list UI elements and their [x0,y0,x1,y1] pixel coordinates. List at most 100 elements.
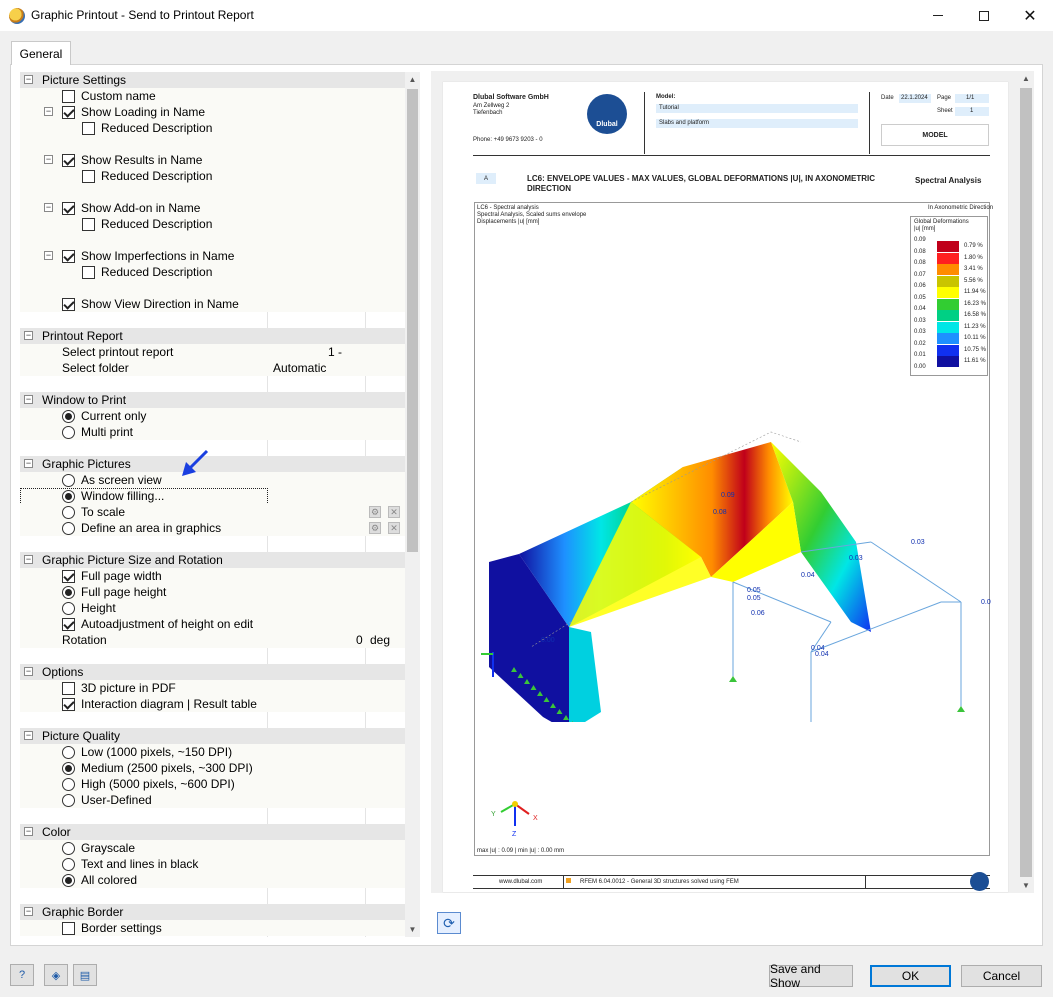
quality-high-radio[interactable] [62,778,75,791]
autoadjust-checkbox[interactable] [62,618,75,631]
preview-scrollbar[interactable]: ▲ ▼ [1018,71,1034,893]
option-interaction-diagram[interactable]: Interaction diagram | Result table [20,696,405,712]
rotation-input[interactable]: 0 [356,632,363,648]
scroll-up-icon[interactable]: ▲ [405,72,420,87]
option-window-filling[interactable]: Window filling... [20,488,405,505]
tab-general[interactable]: General [11,41,71,65]
quality-low-radio[interactable] [62,746,75,759]
option-quality-low[interactable]: Low (1000 pixels, ~150 DPI) [20,744,405,760]
cancel-button[interactable]: Cancel [961,965,1042,987]
as-screen-view-radio[interactable] [62,474,75,487]
settings-button[interactable]: ▤ [73,964,97,986]
collapse-icon[interactable]: − [24,459,33,468]
show-view-direction-checkbox[interactable] [62,298,75,311]
option-border-settings[interactable]: Border settings [20,920,405,936]
collapse-icon[interactable]: − [24,395,33,404]
option-quality-high[interactable]: High (5000 pixels, ~600 DPI) [20,776,405,792]
option-to-scale[interactable]: To scale ⚙ ✕ [20,504,405,520]
help-button[interactable]: ? [10,964,34,986]
option-height[interactable]: Height [20,600,405,616]
quality-medium-radio[interactable] [62,762,75,775]
section-options[interactable]: − Options [20,664,405,680]
ok-button[interactable]: OK [870,965,951,987]
height-radio[interactable] [62,602,75,615]
option-define-area[interactable]: Define an area in graphics ⚙ ✕ [20,520,405,536]
scale-settings-icon[interactable]: ⚙ [369,506,381,518]
minimize-button[interactable] [915,0,961,31]
option-grayscale[interactable]: Grayscale [20,840,405,856]
show-imperfections-checkbox[interactable] [62,250,75,263]
option-full-page-height[interactable]: Full page height [20,584,405,600]
model-button[interactable]: ◈ [44,964,68,986]
option-custom-name[interactable]: Custom name [20,88,405,104]
section-color[interactable]: − Color [20,824,405,840]
scroll-up-icon[interactable]: ▲ [1018,71,1034,86]
section-window-to-print[interactable]: − Window to Print [20,392,405,408]
row-select-printout-report[interactable]: Select printout report 1 - [20,344,405,360]
show-addon-checkbox[interactable] [62,202,75,215]
option-autoadjust[interactable]: Autoadjustment of height on edit [20,616,405,632]
row-select-folder[interactable]: Select folder Automatic [20,360,405,376]
define-area-radio[interactable] [62,522,75,535]
area-select-icon[interactable]: ⚙ [369,522,381,534]
text-black-radio[interactable] [62,858,75,871]
collapse-icon[interactable]: − [44,251,53,260]
full-page-height-radio[interactable] [62,586,75,599]
collapse-icon[interactable]: − [24,75,33,84]
reduced-description-checkbox[interactable] [82,266,95,279]
section-size-rotation[interactable]: − Graphic Picture Size and Rotation [20,552,405,568]
collapse-icon[interactable]: − [24,667,33,676]
section-graphic-border[interactable]: − Graphic Border [20,904,405,920]
collapse-icon[interactable]: − [24,827,33,836]
section-printout-report[interactable]: − Printout Report [20,328,405,344]
reduced-description-checkbox[interactable] [82,170,95,183]
option-quality-user-defined[interactable]: User-Defined [20,792,405,808]
option-show-addon[interactable]: − Show Add-on in Name [20,200,405,216]
option-reduced-description-2[interactable]: Reduced Description [20,168,405,184]
scroll-thumb[interactable] [407,89,418,552]
collapse-icon[interactable]: − [24,555,33,564]
save-and-show-button[interactable]: Save and Show [769,962,853,990]
scroll-thumb[interactable] [1020,88,1032,877]
reduced-description-checkbox[interactable] [82,218,95,231]
reduced-description-checkbox[interactable] [82,122,95,135]
show-loading-checkbox[interactable] [62,106,75,119]
collapse-icon[interactable]: − [44,155,53,164]
scale-clear-icon[interactable]: ✕ [388,506,400,518]
option-show-view-direction[interactable]: Show View Direction in Name [20,296,405,312]
tree-scrollbar[interactable]: ▲ ▼ [405,72,420,937]
option-all-colored[interactable]: All colored [20,872,405,888]
section-picture-settings[interactable]: − Picture Settings [20,72,405,88]
printout-report-dropdown[interactable]: 1 - [328,344,342,360]
option-text-black[interactable]: Text and lines in black [20,856,405,872]
option-show-results[interactable]: − Show Results in Name [20,152,405,168]
option-quality-medium[interactable]: Medium (2500 pixels, ~300 DPI) [20,760,405,776]
interaction-diagram-checkbox[interactable] [62,698,75,711]
row-rotation[interactable]: Rotation 0 deg [20,632,405,648]
pdf-3d-checkbox[interactable] [62,682,75,695]
close-button[interactable]: ✕ [1007,0,1053,31]
option-3d-pdf[interactable]: 3D picture in PDF [20,680,405,696]
option-reduced-description-4[interactable]: Reduced Description [20,264,405,280]
quality-user-defined-radio[interactable] [62,794,75,807]
collapse-icon[interactable]: − [24,331,33,340]
section-picture-quality[interactable]: − Picture Quality [20,728,405,744]
area-clear-icon[interactable]: ✕ [388,522,400,534]
option-reduced-description-3[interactable]: Reduced Description [20,216,405,232]
collapse-icon[interactable]: − [24,907,33,916]
scroll-down-icon[interactable]: ▼ [1018,878,1034,893]
maximize-button[interactable] [961,0,1007,31]
collapse-icon[interactable]: − [24,731,33,740]
option-multi-print[interactable]: Multi print [20,424,405,440]
full-page-width-checkbox[interactable] [62,570,75,583]
current-only-radio[interactable] [62,410,75,423]
refresh-preview-button[interactable]: ⟳ [437,912,461,934]
collapse-icon[interactable]: − [44,203,53,212]
custom-name-checkbox[interactable] [62,90,75,103]
option-reduced-description-1[interactable]: Reduced Description [20,120,405,136]
folder-dropdown[interactable]: Automatic [273,360,326,376]
collapse-icon[interactable]: − [44,107,53,116]
option-as-screen-view[interactable]: As screen view [20,472,405,488]
window-filling-radio[interactable] [62,490,75,503]
show-results-checkbox[interactable] [62,154,75,167]
